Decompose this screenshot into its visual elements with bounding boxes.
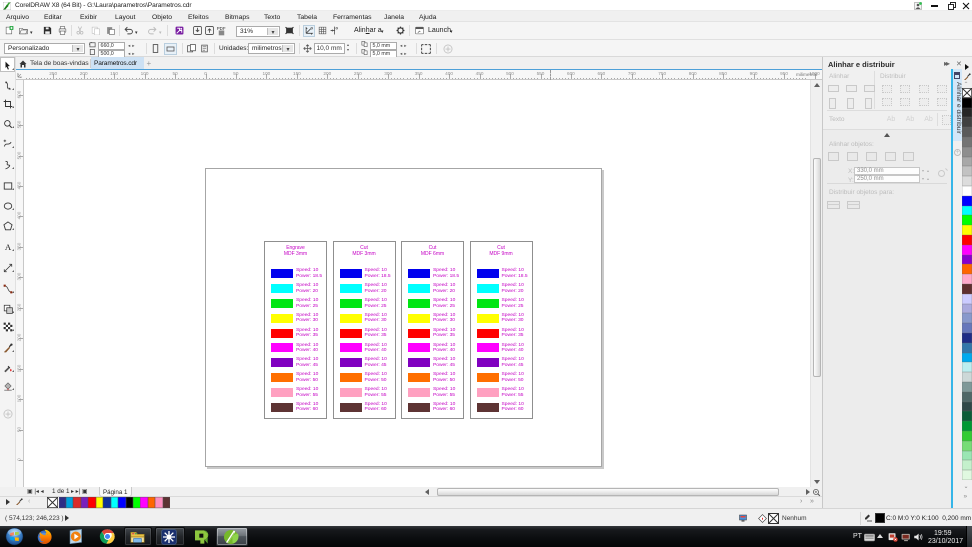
svg-text:PDF: PDF	[217, 26, 226, 31]
svg-text:A: A	[5, 242, 12, 252]
